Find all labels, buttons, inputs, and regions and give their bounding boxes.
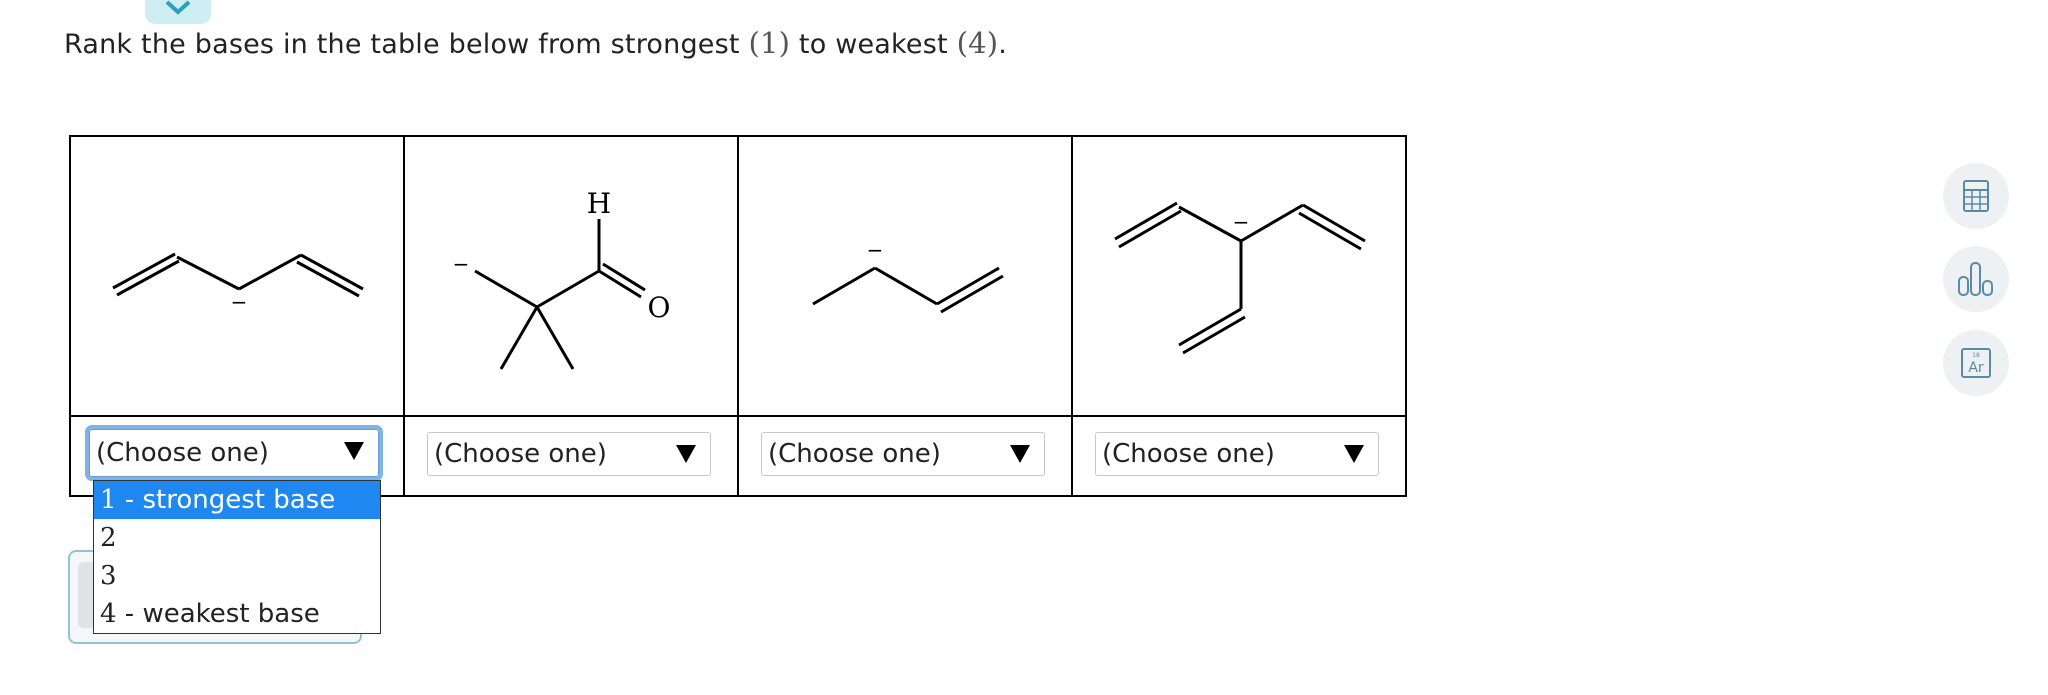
bar-chart-icon — [1958, 262, 1993, 296]
molecule-cell-1: − — [69, 135, 405, 417]
allyl-anion-structure: − — [812, 238, 1004, 314]
dropdown-arrow-icon — [1010, 445, 1030, 463]
chevron-down-icon — [165, 0, 191, 15]
data-chart-button[interactable] — [1943, 246, 2009, 312]
enolate-structure: H O − — [453, 187, 671, 370]
calculator-icon — [1963, 180, 1989, 212]
rank-select-1[interactable]: (Choose one) — [85, 425, 383, 481]
molecule-cell-3: − — [737, 135, 1073, 417]
rank-select-2[interactable]: (Choose one) — [427, 432, 711, 476]
question-instruction: Rank the bases in the table below from s… — [64, 26, 1008, 60]
select-cell-3: (Choose one) — [737, 415, 1073, 497]
svg-text:Ar: Ar — [1968, 360, 1984, 376]
svg-text:−: − — [453, 252, 470, 276]
dropdown-option-1[interactable]: 1 - strongest base — [94, 481, 380, 519]
svg-text:−: − — [867, 238, 884, 262]
molecule-cell-2: H O − — [403, 135, 739, 417]
rank-select-3[interactable]: (Choose one) — [761, 432, 1045, 476]
select-cell-4: (Choose one) — [1071, 415, 1407, 497]
ranking-table: − H O − − − (Choose one) (Choose one) (C… — [69, 135, 1407, 497]
rank-dropdown-list: 1 - strongest base 2 3 4 - weakest base — [93, 480, 381, 634]
periodic-table-button[interactable]: 18 Ar — [1943, 330, 2009, 396]
dropdown-arrow-icon — [1344, 445, 1364, 463]
svg-text:18: 18 — [1972, 352, 1980, 359]
collapse-tab[interactable] — [145, 0, 211, 24]
dropdown-option-3[interactable]: 3 — [94, 557, 380, 595]
strongest-rank-number: (1) — [748, 26, 791, 60]
svg-text:O: O — [648, 291, 671, 324]
molecule-cell-4: − — [1071, 135, 1407, 417]
dropdown-option-2[interactable]: 2 — [94, 519, 380, 557]
pentadienyl-anion-structure: − — [112, 252, 364, 314]
calculator-button[interactable] — [1943, 163, 2009, 229]
periodic-table-icon: 18 Ar — [1961, 348, 1991, 378]
svg-text:−: − — [231, 290, 248, 314]
rank-select-4[interactable]: (Choose one) — [1095, 432, 1379, 476]
svg-text:H: H — [587, 187, 611, 220]
dropdown-arrow-icon — [676, 445, 696, 463]
dropdown-option-4[interactable]: 4 - weakest base — [94, 595, 380, 633]
dropdown-arrow-icon — [344, 442, 364, 460]
select-cell-2: (Choose one) — [403, 415, 739, 497]
svg-text:−: − — [1233, 210, 1250, 234]
trivinylmethyl-anion-structure: − — [1114, 201, 1366, 355]
weakest-rank-number: (4) — [956, 26, 999, 60]
